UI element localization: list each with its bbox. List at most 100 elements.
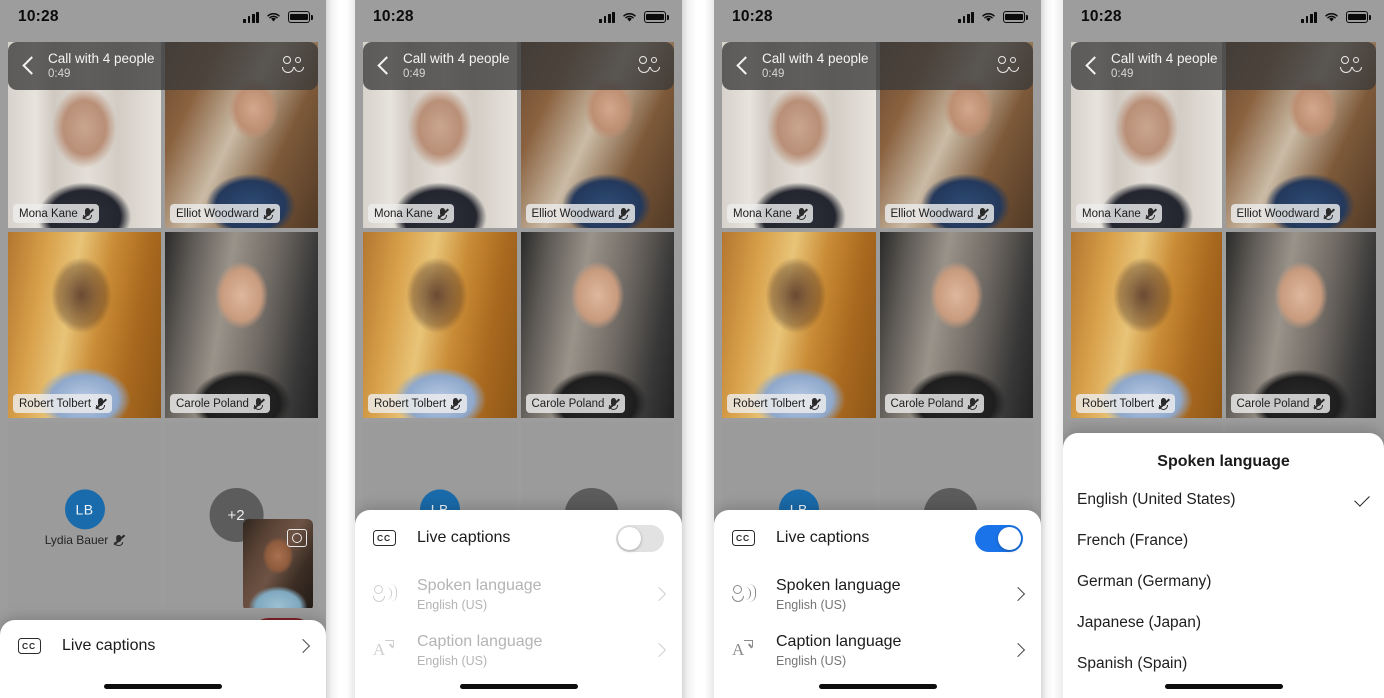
people-icon[interactable] — [1340, 56, 1364, 76]
cellular-bars-icon — [243, 11, 259, 23]
closed-caption-icon: CC — [18, 633, 44, 659]
participant-nametag: Mona Kane — [368, 204, 454, 223]
status-time: 10:28 — [732, 8, 773, 25]
language-option-french[interactable]: French (France) — [1063, 520, 1384, 561]
call-header-bar: Call with 4 people 0:49 — [8, 42, 318, 90]
live-captions-row[interactable]: CC Live captions — [355, 510, 682, 566]
muted-mic-icon — [95, 397, 107, 410]
chevron-right-icon — [651, 642, 667, 658]
participant-tile[interactable]: Carole Poland — [1225, 232, 1376, 418]
back-chevron-icon[interactable] — [16, 53, 42, 79]
chevron-right-icon — [295, 638, 311, 654]
participant-nametag: Mona Kane — [727, 204, 813, 223]
self-view[interactable] — [243, 519, 313, 608]
status-bar: 10:28 — [0, 0, 326, 34]
muted-mic-icon — [796, 207, 808, 220]
call-title: Call with 4 people — [48, 51, 155, 66]
live-captions-sheet: CC Live captions Spoken language English… — [355, 510, 682, 698]
participant-tile[interactable]: Carole Poland — [165, 232, 318, 418]
home-indicator — [1164, 684, 1283, 689]
participant-name: Robert Tolbert — [374, 397, 447, 410]
translate-icon: A — [732, 637, 758, 663]
phone-panel-4: 10:28 Mona Kane Elliot Woodward Robert T… — [1063, 0, 1384, 698]
chevron-right-icon — [651, 586, 667, 602]
flip-camera-icon[interactable] — [287, 529, 307, 547]
spoken-language-sheet: Spoken language English (United States) … — [1063, 433, 1384, 698]
participant-tile[interactable]: Robert Tolbert — [8, 232, 161, 418]
closed-caption-icon: CC — [732, 525, 758, 551]
participant-name: Mona Kane — [1082, 207, 1141, 220]
back-chevron-icon[interactable] — [1079, 53, 1105, 79]
language-option-german[interactable]: German (Germany) — [1063, 561, 1384, 602]
muted-mic-icon — [253, 397, 265, 410]
home-indicator — [104, 684, 222, 689]
call-title: Call with 4 people — [762, 51, 869, 66]
people-icon[interactable] — [638, 56, 662, 76]
status-icons — [243, 11, 313, 23]
people-icon[interactable] — [282, 56, 306, 76]
participant-tile[interactable]: Robert Tolbert — [722, 232, 876, 418]
status-time: 10:28 — [18, 8, 59, 25]
language-option-spanish[interactable]: Spanish (Spain) — [1063, 643, 1384, 684]
language-label: Spanish (Spain) — [1077, 654, 1188, 672]
caption-language-value: English (US) — [776, 653, 847, 668]
participant-nametag: Elliot Woodward — [1230, 204, 1341, 223]
people-icon[interactable] — [997, 56, 1021, 76]
muted-mic-icon — [618, 207, 631, 220]
battery-full-icon — [644, 11, 669, 23]
caption-language-label: Caption language — [417, 632, 543, 650]
muted-mic-icon — [263, 207, 275, 220]
spoken-language-row[interactable]: Spoken language English (US) — [714, 566, 1041, 622]
call-body-3: Mona Kane Elliot Woodward Robert Tolbert — [714, 34, 1041, 698]
cellular-bars-icon — [1301, 11, 1317, 23]
caption-language-label: Caption language — [776, 632, 902, 650]
overflow-tile[interactable]: +2 — [165, 422, 318, 608]
live-captions-row[interactable]: CC Live captions — [714, 510, 1041, 566]
participant-tile[interactable]: Robert Tolbert — [1071, 232, 1222, 418]
live-captions-row[interactable]: CC Live captions — [0, 620, 326, 672]
language-option-japanese[interactable]: Japanese (Japan) — [1063, 602, 1384, 643]
sheet-title: Spoken language — [1157, 453, 1290, 470]
participant-nametag: Elliot Woodward — [170, 204, 280, 223]
spoken-language-label: Spoken language — [776, 576, 901, 594]
caption-language-row[interactable]: A Caption language English (US) — [355, 622, 682, 678]
participant-tile[interactable]: Carole Poland — [520, 232, 674, 418]
live-captions-toggle[interactable] — [975, 524, 1023, 552]
participant-tile[interactable]: Carole Poland — [879, 232, 1033, 418]
participant-name: Elliot Woodward — [1236, 207, 1320, 220]
back-chevron-icon[interactable] — [371, 53, 397, 79]
call-header-text: Call with 4 people 0:49 — [762, 51, 869, 81]
participant-nametag: Carole Poland — [1230, 394, 1331, 413]
live-captions-sheet: CC Live captions Spoken language English… — [714, 510, 1041, 698]
call-duration: 0:49 — [1111, 68, 1134, 81]
spoken-language-row[interactable]: Spoken language English (US) — [355, 566, 682, 622]
call-duration: 0:49 — [403, 68, 426, 81]
status-icons — [958, 11, 1028, 23]
status-time: 10:28 — [1081, 8, 1122, 25]
caption-language-row[interactable]: A Caption language English (US) — [714, 622, 1041, 678]
muted-mic-icon — [809, 397, 821, 410]
battery-full-icon — [288, 11, 313, 23]
live-captions-toggle[interactable] — [616, 524, 664, 552]
participant-name: Elliot Woodward — [176, 207, 259, 220]
speaking-person-icon — [373, 581, 399, 607]
muted-mic-icon — [967, 397, 980, 410]
battery-full-icon — [1346, 11, 1371, 23]
cellular-bars-icon — [599, 11, 615, 23]
muted-mic-icon — [450, 397, 462, 410]
participant-grid-1: Mona Kane Elliot Woodward Robert Tolbert — [8, 42, 318, 698]
language-option-english[interactable]: English (United States) — [1063, 479, 1384, 520]
participant-name: Robert Tolbert — [733, 397, 806, 410]
participant-nametag: Robert Tolbert — [727, 394, 827, 413]
participant-nametag: Robert Tolbert — [368, 394, 468, 413]
battery-full-icon — [1003, 11, 1028, 23]
spoken-language-value: English (US) — [417, 597, 488, 612]
back-chevron-icon[interactable] — [730, 53, 756, 79]
participant-nametag: Mona Kane — [13, 204, 99, 223]
phone-panel-3: 10:28 Mona Kane Elliot Woodward Robert T… — [714, 0, 1041, 698]
participant-tile[interactable]: Robert Tolbert — [363, 232, 517, 418]
status-icons — [1301, 11, 1371, 23]
participant-tile[interactable]: LB Lydia Bauer — [8, 422, 161, 608]
participant-nametag: Elliot Woodward — [884, 204, 995, 223]
participant-name: Mona Kane — [733, 207, 792, 220]
